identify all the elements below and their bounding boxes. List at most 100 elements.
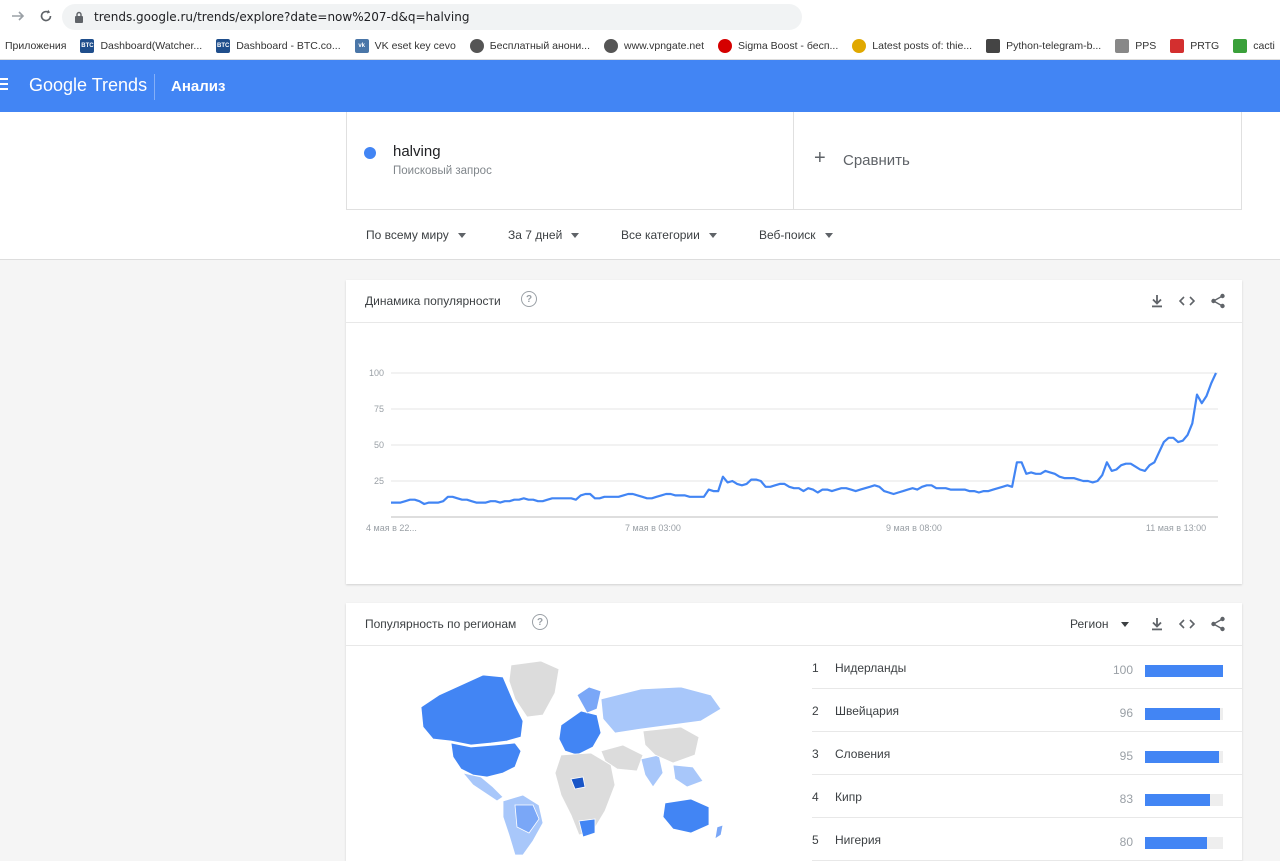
bookmark-label: VK eset key cevo: [374, 39, 456, 52]
region-bar-track: [1145, 794, 1223, 806]
cacti-icon: [1233, 38, 1248, 53]
bookmark-item[interactable]: Бесплатный анони...: [469, 38, 591, 53]
menu-icon[interactable]: [0, 78, 8, 92]
filter-location-label: По всему миру: [366, 228, 449, 242]
card-title: Динамика популярности: [365, 294, 501, 308]
bookmark-item[interactable]: BTC Dashboard - BTC.co...: [216, 38, 341, 53]
caret-down-icon: [824, 232, 833, 238]
region-value: 100: [1112, 663, 1133, 677]
download-icon[interactable]: [1148, 292, 1166, 310]
reload-icon[interactable]: [34, 4, 58, 28]
y-tick-label: 50: [374, 440, 384, 450]
share-icon[interactable]: [1209, 615, 1227, 633]
region-name[interactable]: Нидерланды: [835, 661, 906, 675]
region-rank: 5: [812, 833, 819, 847]
caret-down-icon: [571, 232, 580, 238]
filter-location[interactable]: По всему миру: [366, 228, 466, 242]
download-icon[interactable]: [1148, 615, 1166, 633]
region-row[interactable]: 5 Нигерия 80: [812, 818, 1242, 861]
road-icon: [986, 38, 1001, 53]
region-rank: 4: [812, 790, 819, 804]
map-region-scandinavia: [576, 686, 602, 714]
world-map[interactable]: [411, 655, 741, 855]
record-icon: [717, 38, 732, 53]
bookmark-item[interactable]: vk VK eset key cevo: [354, 38, 456, 53]
bookmark-item[interactable]: cacti: [1233, 38, 1275, 53]
bookmark-item[interactable]: PRTG: [1170, 38, 1219, 53]
series-line[interactable]: [391, 372, 1217, 506]
compare-card[interactable]: + Сравнить: [794, 112, 1242, 210]
address-bar[interactable]: trends.google.ru/trends/explore?date=now…: [62, 4, 802, 30]
bookmark-item[interactable]: Python-telegram-b...: [986, 38, 1102, 53]
x-tick-label: 4 мая в 22...: [366, 523, 417, 533]
map-region-canada: [420, 674, 524, 746]
google-trends-logo[interactable]: Google Trends: [29, 75, 147, 96]
card-header: Динамика популярности ?: [346, 280, 1242, 323]
region-row[interactable]: 4 Кипр 83: [812, 775, 1242, 818]
region-row[interactable]: 1 Нидерланды 100: [812, 646, 1242, 689]
region-bar-track: [1145, 665, 1223, 677]
bookmark-item[interactable]: PPS: [1115, 38, 1156, 53]
map-region-southeast-asia: [672, 764, 704, 788]
bookmark-label: Sigma Boost - бесп...: [737, 39, 839, 52]
embed-icon[interactable]: [1178, 615, 1196, 633]
filter-period[interactable]: За 7 дней: [508, 228, 580, 242]
filter-category[interactable]: Все категории: [621, 228, 717, 242]
map-region-europe: [558, 710, 602, 756]
region-bar-fill: [1145, 708, 1220, 720]
share-icon[interactable]: [1209, 292, 1227, 310]
y-tick-label: 75: [374, 404, 384, 414]
bookmark-label: Бесплатный анони...: [489, 39, 591, 52]
vk-icon: vk: [354, 38, 369, 53]
region-name[interactable]: Кипр: [835, 790, 862, 804]
region-select-label: Регион: [1070, 617, 1109, 631]
globe-icon: [604, 38, 619, 53]
region-name[interactable]: Словения: [835, 747, 890, 761]
search-term-name[interactable]: halving: [393, 143, 441, 160]
bookmark-label: Python-telegram-b...: [1006, 39, 1102, 52]
map-region-usa: [450, 742, 522, 778]
bookmark-item[interactable]: Sigma Boost - бесп...: [717, 38, 839, 53]
x-tick-label: 11 мая в 13:00: [1146, 523, 1206, 533]
caret-down-icon: [457, 232, 466, 238]
filter-search-type[interactable]: Веб-поиск: [759, 228, 833, 242]
region-resolution-select[interactable]: Регион: [1070, 617, 1129, 631]
gauge-icon: [1115, 38, 1130, 53]
embed-icon[interactable]: [1178, 292, 1196, 310]
btc-icon: BTC: [216, 38, 231, 53]
interest-by-region-card: Популярность по регионам ? Регион 1 Ниде…: [346, 603, 1242, 861]
forward-icon[interactable]: [6, 4, 30, 28]
interest-over-time-card: Динамика популярности ? 25 50 75 100 4 мая в…: [346, 280, 1242, 584]
region-bar-track: [1145, 751, 1223, 763]
region-row[interactable]: 2 Швейцария 96: [812, 689, 1242, 732]
bookmark-item[interactable]: BTC Dashboard(Watcher...: [80, 38, 202, 53]
bookmark-label: Latest posts of: thie...: [872, 39, 973, 52]
page-title: Анализ: [171, 78, 226, 95]
gauge-icon: [1170, 38, 1185, 53]
compare-label[interactable]: Сравнить: [843, 152, 910, 169]
bookmark-item[interactable]: Приложения: [5, 40, 66, 52]
bookmark-label: cacti: [1253, 39, 1275, 52]
btc-icon: BTC: [80, 38, 95, 53]
y-tick-label: 100: [369, 368, 384, 378]
search-term-card[interactable]: halving Поисковый запрос: [346, 112, 794, 210]
x-tick-label: 9 мая в 08:00: [886, 523, 942, 533]
search-terms-band: halving Поисковый запрос + Сравнить По в…: [0, 112, 1280, 260]
bookmark-item[interactable]: www.vpngate.net: [604, 38, 704, 53]
region-row[interactable]: 3 Словения 95: [812, 732, 1242, 775]
url-text: trends.google.ru/trends/explore?date=now…: [94, 10, 470, 24]
bookmarks-bar: Приложения BTC Dashboard(Watcher... BTC Dash…: [0, 32, 1280, 60]
region-bar-fill: [1145, 837, 1208, 849]
help-icon[interactable]: ?: [532, 614, 548, 630]
globe-icon: [469, 38, 484, 53]
region-name[interactable]: Нигерия: [835, 833, 881, 847]
region-value: 95: [1119, 749, 1133, 763]
region-name[interactable]: Швейцария: [835, 704, 899, 718]
region-value: 83: [1119, 792, 1133, 806]
bookmark-label: www.vpngate.net: [624, 39, 704, 52]
bookmark-item[interactable]: Latest posts of: thie...: [852, 38, 973, 53]
region-rank: 2: [812, 704, 819, 718]
caret-down-icon: [708, 232, 717, 238]
help-icon[interactable]: ?: [521, 291, 537, 307]
bookmark-label: Приложения: [5, 39, 67, 52]
